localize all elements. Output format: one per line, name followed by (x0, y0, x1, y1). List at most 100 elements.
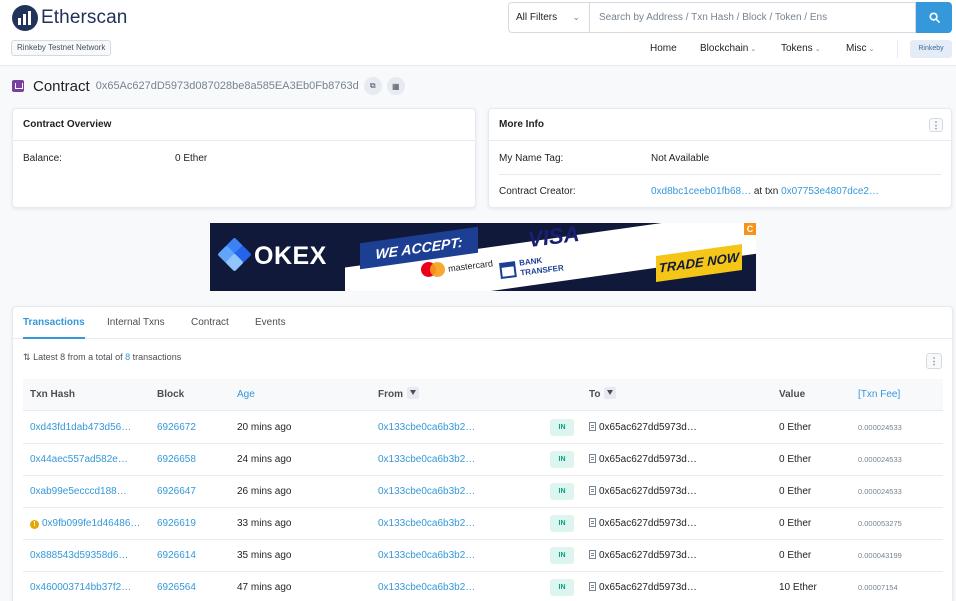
summary-prefix: Latest 8 from a total of (33, 352, 123, 362)
to-address-text: 0x65ac627dd5973d… (599, 422, 697, 433)
search-input[interactable]: Search by Address / Txn Hash / Block / T… (590, 2, 916, 33)
to-address-text: 0x65ac627dd5973d… (599, 582, 697, 593)
search-button[interactable] (916, 2, 952, 33)
contract-file-icon (589, 518, 596, 527)
txn-hash-link[interactable]: 0x460003714bb37f2… (30, 572, 131, 601)
col-to-label: To (589, 389, 601, 400)
filter-icon[interactable] (407, 387, 419, 400)
error-icon: ! (30, 520, 39, 529)
tab-transactions[interactable]: Transactions (23, 307, 85, 339)
contract-overview-card: Contract Overview Balance: 0 Ether (12, 108, 476, 208)
txn-hash-link[interactable]: 0x44aec557ad582e… (30, 444, 128, 475)
search-bar: All Filters ⌄ Search by Address / Txn Ha… (508, 2, 952, 33)
txn-fee-text: 0.000024533 (858, 487, 902, 496)
okex-logo-icon (217, 237, 252, 272)
name-tag-value: Not Available (651, 153, 710, 164)
txn-fee-text: 0.00007154 (858, 583, 898, 592)
block-link[interactable]: 6926658 (157, 444, 196, 475)
more-options-icon[interactable]: ⋮ (926, 353, 942, 369)
from-address-link[interactable]: 0x133cbe0ca6b3b2… (378, 572, 475, 601)
table-row: 0x888543d59358d6… 6926614 35 mins ago 0x133… (23, 540, 943, 572)
value-text: 10 Ether (779, 582, 817, 593)
direction-badge: IN (550, 483, 574, 500)
search-filter-select[interactable]: All Filters ⌄ (508, 2, 590, 33)
tab-bar: Transactions Internal Txns Contract Even… (13, 307, 952, 339)
value-text: 0 Ether (779, 422, 812, 433)
nav-blockchain[interactable]: Blockchain ⌄ (700, 43, 756, 54)
block-link[interactable]: 6926619 (157, 508, 196, 539)
creator-address-link[interactable]: 0xd8bc1ceeb01fb68… (651, 186, 751, 197)
contract-file-icon (589, 454, 596, 463)
okex-ad-banner[interactable]: OKEX WE ACCEPT: mastercard VISA BANK TRA… (210, 223, 756, 291)
txn-hash-link[interactable]: 0xd43fd1dab473d56… (30, 412, 131, 443)
from-address-link[interactable]: 0x133cbe0ca6b3b2… (378, 476, 475, 507)
col-from-label: From (378, 389, 403, 400)
txn-fee-text: 0.000024533 (858, 423, 902, 432)
nav-misc[interactable]: Misc ⌄ (846, 43, 874, 54)
creator-txn-link[interactable]: 0x07753e4807dce2… (781, 186, 879, 197)
to-address-text: 0x65ac627dd5973d… (599, 550, 697, 561)
etherscan-logo-icon (12, 5, 38, 31)
age-text: 26 mins ago (237, 486, 292, 497)
nav-blockchain-label: Blockchain (700, 43, 749, 54)
network-switch-button[interactable]: Rinkeby (910, 40, 952, 58)
more-options-icon[interactable]: ⋮ (929, 118, 943, 132)
nav-tokens[interactable]: Tokens ⌄ (781, 43, 821, 54)
col-to: To (589, 379, 617, 411)
value-text: 0 Ether (779, 486, 812, 497)
col-fee-toggle[interactable]: [Txn Fee] (858, 379, 900, 411)
chevron-down-icon: ⌄ (750, 46, 757, 53)
txn-hash-link[interactable]: 0xab99e5ecccd188… (30, 476, 127, 507)
txn-hash-text: 0x888543d59358d6… (30, 550, 129, 561)
txn-hash-link[interactable]: ! 0x9fb099fe1d46486… (30, 508, 140, 539)
col-from: From (378, 379, 419, 411)
brand-name: Etherscan (41, 7, 128, 28)
nav-misc-label: Misc (846, 43, 867, 54)
block-link[interactable]: 6926614 (157, 540, 196, 571)
copy-address-button[interactable]: ⧉ (363, 77, 382, 95)
to-address-text: 0x65ac627dd5973d… (599, 454, 697, 465)
tab-contract[interactable]: Contract (191, 307, 229, 339)
tab-events[interactable]: Events (255, 307, 286, 339)
ad-choice-icon[interactable]: C (744, 223, 756, 235)
direction-badge: IN (550, 451, 574, 468)
summary-count-link[interactable]: 8 (125, 352, 130, 362)
to-address-text: 0x65ac627dd5973d… (599, 486, 697, 497)
age-text: 47 mins ago (237, 582, 292, 593)
nav-divider (897, 40, 898, 58)
txn-hash-link[interactable]: 0x888543d59358d6… (30, 540, 128, 571)
etherscan-logo[interactable]: Etherscan (12, 5, 127, 31)
table-row: 0x460003714bb37f2… 6926564 47 mins ago 0x13… (23, 572, 943, 601)
block-link[interactable]: 6926564 (157, 572, 196, 601)
balance-label: Balance: (23, 153, 62, 164)
txn-hash-text: 0x44aec557ad582e… (30, 454, 128, 465)
from-address-link[interactable]: 0x133cbe0ca6b3b2… (378, 508, 475, 539)
age-text: 35 mins ago (237, 550, 292, 561)
txn-hash-text: 0x9fb099fe1d46486… (42, 518, 141, 529)
col-age-toggle[interactable]: Age (237, 379, 255, 411)
table-row: 0x44aec557ad582e… 6926658 24 mins ago 0x133… (23, 444, 943, 476)
nav-home[interactable]: Home (650, 43, 677, 54)
from-address-link[interactable]: 0x133cbe0ca6b3b2… (378, 540, 475, 571)
contract-creator-value: 0xd8bc1ceeb01fb68… at txn 0x07753e4807dc… (651, 186, 879, 197)
more-info-title: More Info (499, 119, 544, 130)
block-link[interactable]: 6926672 (157, 412, 196, 443)
qr-code-button[interactable]: ▦ (386, 77, 405, 95)
block-link[interactable]: 6926647 (157, 476, 196, 507)
creator-at-txn-text: at txn (753, 186, 779, 197)
to-address-text: 0x65ac627dd5973d… (599, 518, 697, 529)
table-row: ! 0x9fb099fe1d46486… 6926619 33 mins ago 0x1… (23, 508, 943, 540)
transactions-card: Transactions Internal Txns Contract Even… (12, 306, 953, 601)
tab-internal-txns[interactable]: Internal Txns (107, 307, 165, 339)
to-address: 0x65ac627dd5973d… (589, 412, 697, 443)
direction-badge: IN (550, 515, 574, 532)
to-address: 0x65ac627dd5973d… (589, 476, 697, 507)
from-address-link[interactable]: 0x133cbe0ca6b3b2… (378, 444, 475, 475)
filter-icon[interactable] (604, 387, 617, 400)
mastercard-icon (421, 262, 447, 278)
to-address: 0x65ac627dd5973d… (589, 444, 697, 475)
balance-value: 0 Ether (175, 153, 208, 164)
to-address: 0x65ac627dd5973d… (589, 508, 697, 539)
from-address-link[interactable]: 0x133cbe0ca6b3b2… (378, 412, 475, 443)
col-block: Block (157, 389, 185, 400)
